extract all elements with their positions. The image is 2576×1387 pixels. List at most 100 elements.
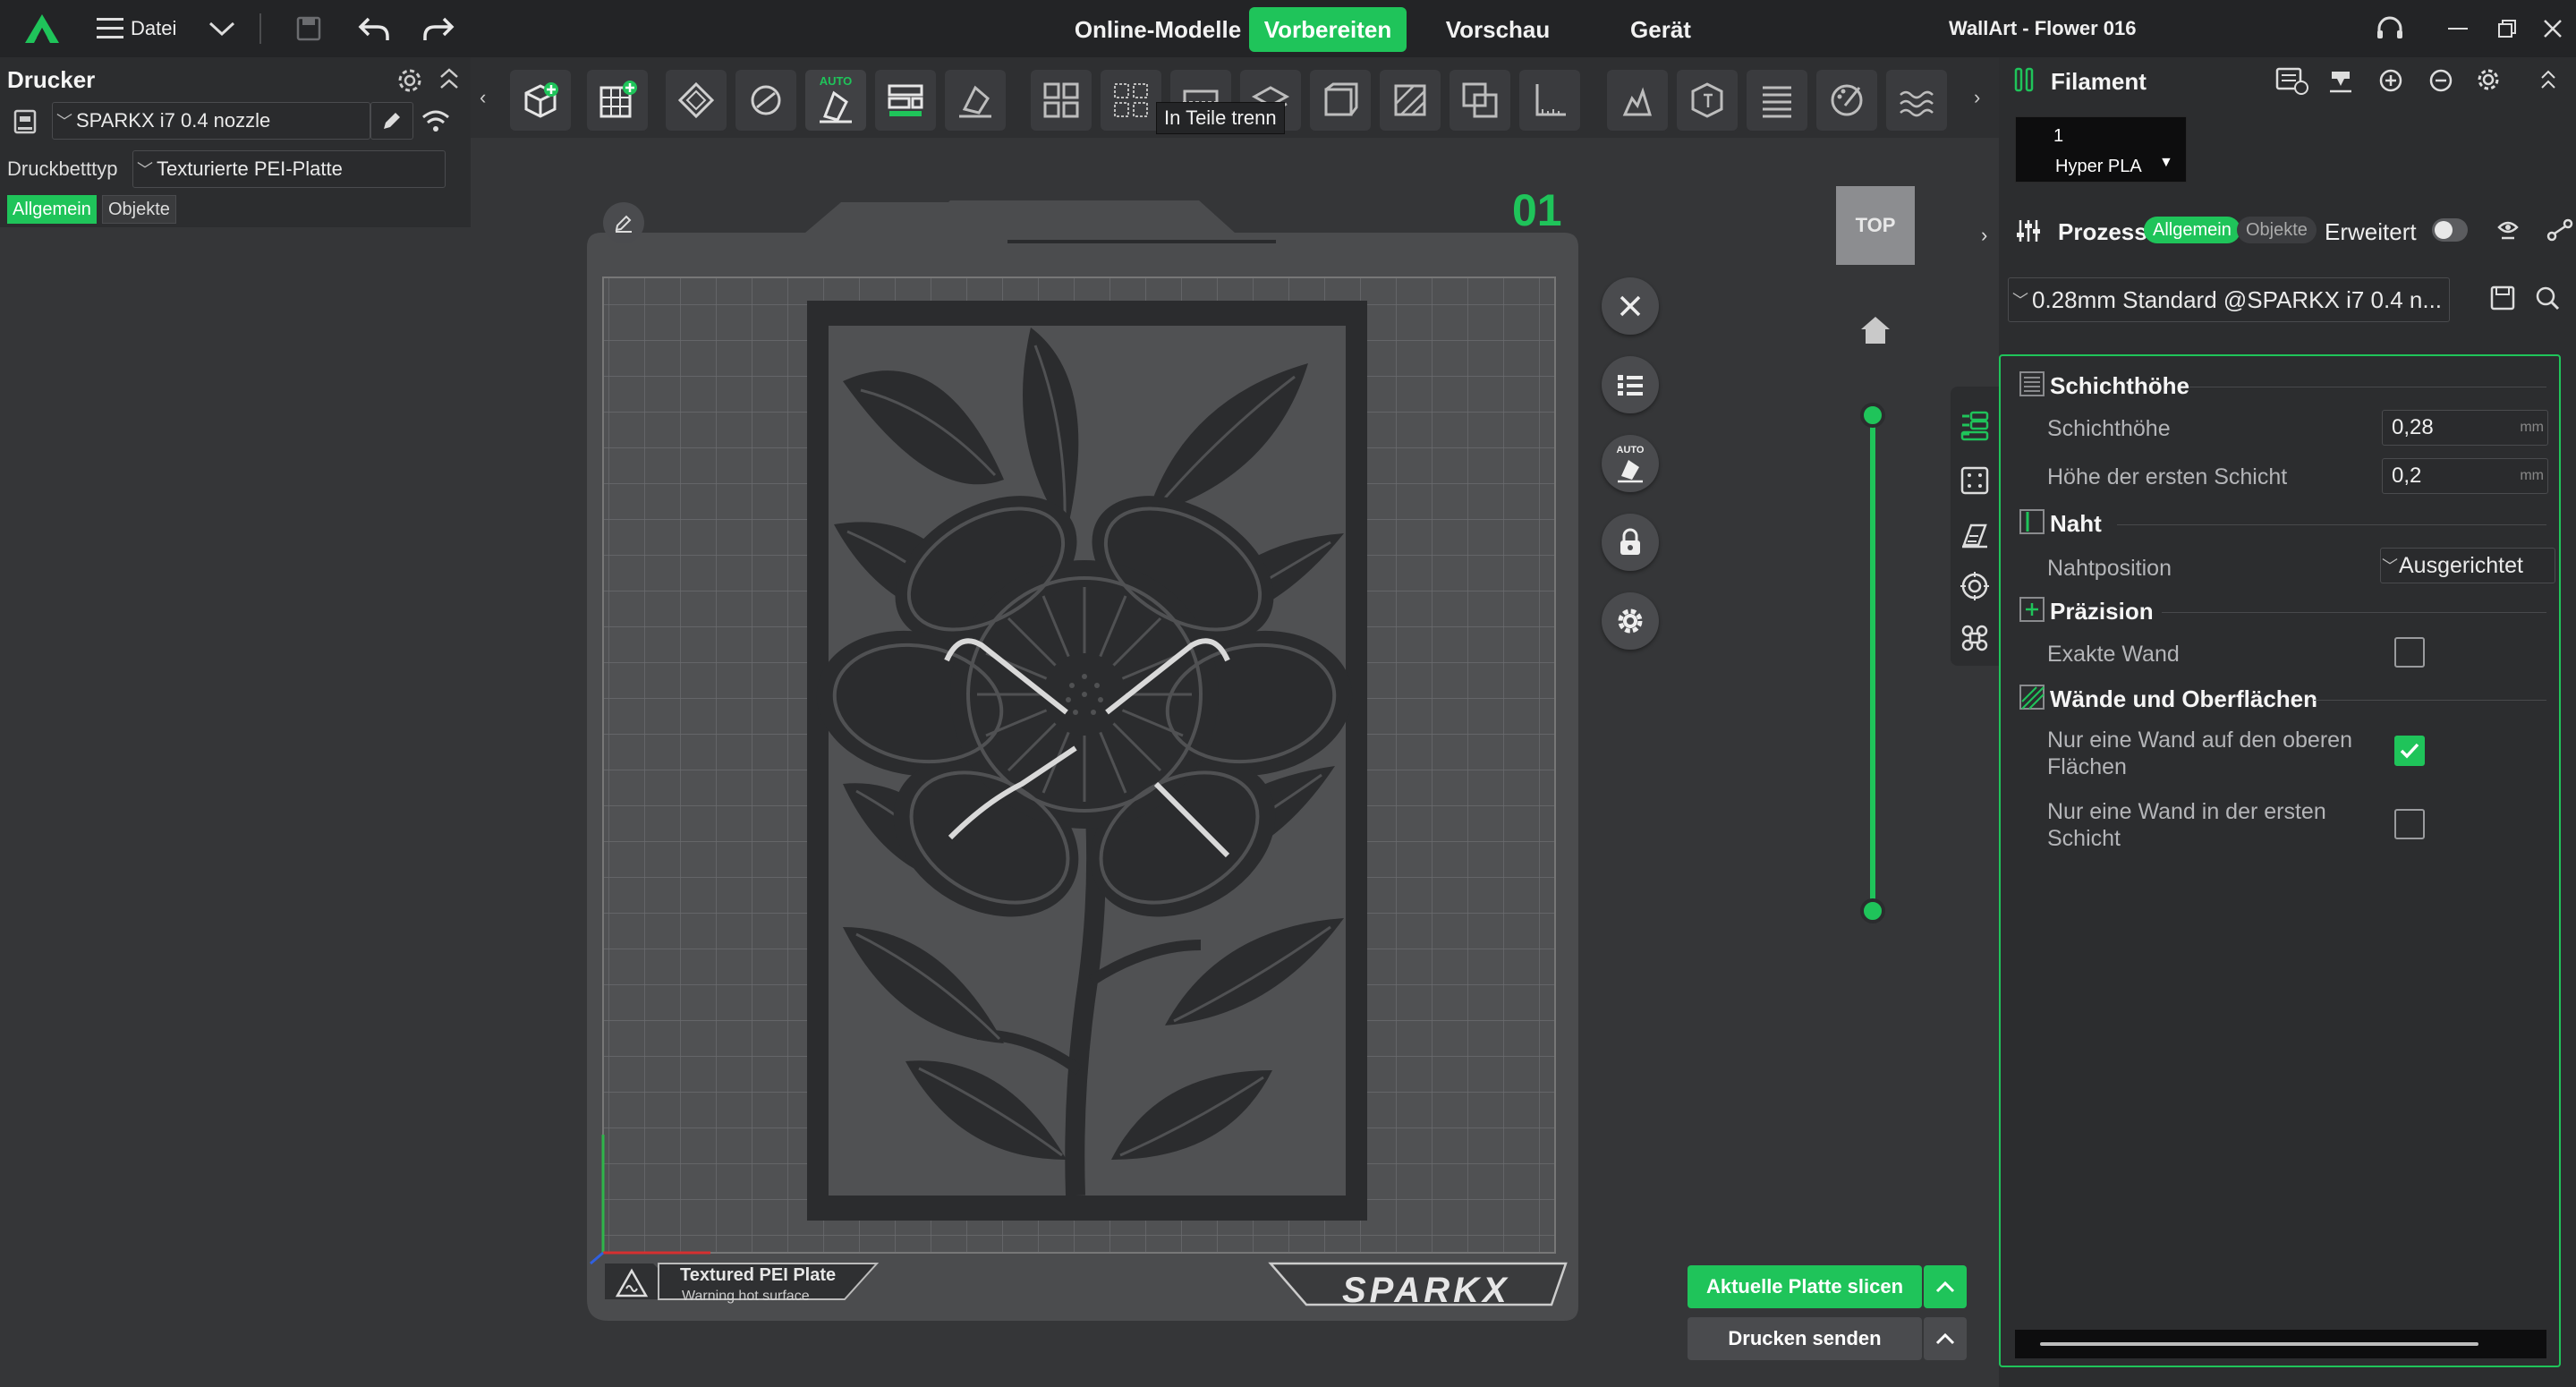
lay-flat-tool[interactable] bbox=[945, 70, 1006, 131]
plate-settings-button[interactable] bbox=[1602, 592, 1659, 650]
layer-slider-track[interactable] bbox=[1870, 415, 1875, 913]
bed-type-select[interactable]: ﹀ Texturierte PEI-Platte bbox=[132, 150, 446, 188]
toolbar-scroll-right-icon[interactable]: › bbox=[1974, 86, 1980, 109]
caret-down-icon[interactable]: ▼ bbox=[2159, 155, 2173, 171]
collapse-panel-icon[interactable] bbox=[438, 66, 460, 91]
seam-position-select[interactable]: ﹀ Ausgerichtet bbox=[2380, 548, 2555, 583]
close-plate-button[interactable] bbox=[1602, 277, 1659, 335]
title-bar: Datei Online-Modelle Vorbereiten Vorscha… bbox=[0, 0, 2576, 57]
gear-icon bbox=[1618, 608, 1643, 634]
process-share-icon[interactable] bbox=[2546, 217, 2573, 243]
layer-height-input[interactable]: 0,28 mm bbox=[2382, 410, 2548, 446]
add-plate-tool[interactable] bbox=[587, 70, 648, 131]
layer-slider-bottom-handle[interactable] bbox=[1860, 898, 1885, 923]
close-window-icon[interactable] bbox=[2543, 0, 2563, 57]
arrange-tool[interactable] bbox=[875, 70, 936, 131]
section-divider bbox=[2314, 700, 2546, 701]
send-print-button[interactable]: Drucken senden bbox=[1688, 1317, 1922, 1360]
one-wall-first-checkbox[interactable] bbox=[2394, 809, 2425, 839]
add-filament-icon[interactable] bbox=[2378, 68, 2403, 93]
home-view-icon[interactable] bbox=[1858, 313, 1893, 345]
measure-tool[interactable] bbox=[1519, 70, 1580, 131]
lay-on-face-tool[interactable] bbox=[735, 70, 796, 131]
process-tab-general[interactable]: Allgemein bbox=[2144, 217, 2240, 243]
printer-settings-gear-icon[interactable] bbox=[395, 66, 424, 95]
tab-online-models[interactable]: Online-Modelle bbox=[1070, 7, 1245, 52]
tab-preview[interactable]: Vorschau bbox=[1424, 7, 1571, 52]
assemble-tool[interactable] bbox=[1607, 70, 1668, 131]
minimize-icon[interactable] bbox=[2448, 0, 2468, 57]
app-logo-icon[interactable] bbox=[23, 0, 61, 57]
text-emboss-tool[interactable] bbox=[1677, 70, 1738, 131]
hollow-tool[interactable] bbox=[1310, 70, 1371, 131]
slice-plate-button[interactable]: Aktuelle Platte slicen bbox=[1688, 1265, 1922, 1308]
variable-layer-tool[interactable] bbox=[1747, 70, 1807, 131]
tab-general[interactable]: Allgemein bbox=[7, 195, 97, 224]
save-preset-icon[interactable] bbox=[2489, 285, 2516, 311]
side-tab-multimaterial[interactable] bbox=[1951, 612, 1999, 664]
split-objects-tool[interactable] bbox=[1031, 70, 1092, 131]
menu-dropdown-chevron-icon[interactable] bbox=[208, 0, 236, 57]
print-options-chevron-icon[interactable] bbox=[1924, 1317, 1967, 1360]
toolbar-scroll-left-icon[interactable]: ‹ bbox=[480, 86, 486, 109]
search-icon[interactable] bbox=[2534, 285, 2561, 311]
pencil-icon bbox=[384, 113, 400, 129]
redo-icon[interactable] bbox=[422, 0, 455, 57]
horizontal-scrollbar[interactable] bbox=[2015, 1330, 2546, 1358]
printer-heading: Drucker bbox=[7, 66, 96, 93]
paint-tool[interactable] bbox=[1816, 70, 1877, 131]
tab-objects[interactable]: Objekte bbox=[102, 195, 176, 224]
tab-prepare[interactable]: Vorbereiten bbox=[1249, 7, 1407, 52]
wall-art-model[interactable] bbox=[807, 301, 1367, 1221]
save-icon[interactable] bbox=[295, 0, 322, 57]
side-tab-support[interactable] bbox=[1951, 508, 1999, 560]
scrollbar-thumb[interactable] bbox=[2040, 1342, 2478, 1346]
filament-sync-icon[interactable] bbox=[2274, 66, 2310, 97]
plate-object-list-button[interactable] bbox=[1602, 356, 1659, 413]
side-tab-others[interactable] bbox=[1951, 560, 1999, 612]
split-parts-tool[interactable] bbox=[1101, 70, 1161, 131]
boolean-tool[interactable] bbox=[1450, 70, 1510, 131]
arrange-list-icon bbox=[888, 84, 923, 116]
remove-filament-icon[interactable] bbox=[2428, 68, 2453, 93]
chevron-down-icon: ﹀ bbox=[137, 161, 153, 179]
printer-select[interactable]: ﹀ SPARKX i7 0.4 nozzle bbox=[52, 102, 370, 140]
printer-icon bbox=[13, 107, 38, 136]
auto-orient-tool[interactable]: AUTO bbox=[805, 70, 866, 131]
maximize-icon[interactable] bbox=[2496, 0, 2518, 57]
one-wall-top-checkbox[interactable] bbox=[2394, 736, 2425, 766]
fuzzy-skin-tool[interactable] bbox=[1886, 70, 1947, 131]
first-layer-height-input[interactable]: 0,2 mm bbox=[2382, 458, 2548, 494]
edit-printer-button[interactable] bbox=[370, 102, 413, 140]
filament-icon bbox=[2013, 66, 2036, 93]
support-paint-tool[interactable] bbox=[1380, 70, 1441, 131]
slice-options-chevron-icon[interactable] bbox=[1924, 1265, 1967, 1308]
headset-support-icon[interactable] bbox=[2375, 0, 2405, 57]
side-tab-strength[interactable] bbox=[1951, 455, 1999, 506]
view-cube[interactable]: TOP bbox=[1836, 186, 1915, 265]
process-compare-icon[interactable] bbox=[2495, 217, 2521, 243]
layer-slider-top-handle[interactable] bbox=[1860, 403, 1885, 428]
process-tab-objects[interactable]: Objekte bbox=[2237, 217, 2317, 243]
orient-tool[interactable] bbox=[666, 70, 727, 131]
plate-auto-orient-button[interactable]: AUTO bbox=[1602, 435, 1659, 492]
collapse-filament-icon[interactable] bbox=[2539, 68, 2557, 91]
wifi-icon[interactable] bbox=[421, 107, 451, 134]
add-object-tool[interactable] bbox=[510, 70, 571, 131]
tab-device[interactable]: Gerät bbox=[1593, 7, 1729, 52]
filament-settings-gear-icon[interactable] bbox=[2475, 66, 2502, 93]
filament-slot[interactable]: 1 Hyper PLA ▼ bbox=[2015, 116, 2187, 183]
rename-plate-button[interactable] bbox=[603, 202, 644, 243]
hamburger-icon bbox=[97, 18, 123, 38]
undo-icon[interactable] bbox=[358, 0, 390, 57]
first-layer-height-unit: mm bbox=[2520, 468, 2544, 483]
collapse-sidebar-icon[interactable]: › bbox=[1981, 224, 1999, 251]
nozzle-icon[interactable] bbox=[2326, 66, 2355, 95]
menu-button[interactable]: Datei bbox=[97, 0, 176, 57]
precise-wall-checkbox[interactable] bbox=[2394, 637, 2425, 668]
hollow-cube-icon bbox=[1324, 82, 1358, 116]
lock-plate-button[interactable] bbox=[1602, 514, 1659, 571]
process-preset-select[interactable]: ﹀ 0.28mm Standard @SPARKX i7 0.4 n... bbox=[2008, 277, 2450, 322]
side-tab-quality[interactable] bbox=[1951, 399, 1999, 451]
advanced-toggle[interactable] bbox=[2432, 218, 2468, 242]
